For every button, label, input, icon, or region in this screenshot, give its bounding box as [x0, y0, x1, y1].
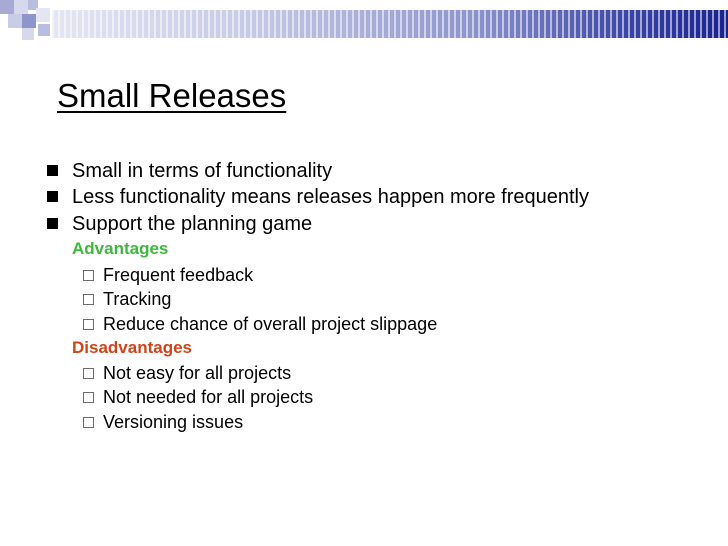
advantage-item: Tracking [0, 288, 720, 312]
bullet-text: Support the planning game [72, 213, 313, 235]
slide-title: Small Releases [57, 77, 287, 114]
header-decoration [0, 0, 728, 44]
disadvantage-item: Versioning issues [0, 411, 720, 435]
advantage-item: Frequent feedback [0, 264, 720, 288]
square-bullet-icon [47, 218, 58, 229]
bullet-text: Small in terms of functionality [72, 160, 333, 182]
disadvantage-text: Versioning issues [103, 412, 244, 432]
advantage-text: Reduce chance of overall project slippag… [103, 314, 438, 334]
decor-square [22, 28, 34, 40]
bullet-item: Support the planning game [0, 211, 720, 237]
advantage-item: Reduce chance of overall project slippag… [0, 313, 720, 337]
hollow-square-bullet-icon [83, 319, 94, 330]
hollow-square-bullet-icon [83, 270, 94, 281]
hollow-square-bullet-icon [83, 417, 94, 428]
decor-square [36, 8, 50, 22]
decor-square [14, 0, 28, 14]
disadvantage-text: Not easy for all projects [103, 363, 292, 383]
decor-square [22, 14, 36, 28]
hollow-square-bullet-icon [83, 368, 94, 379]
disadvantages-heading: Disadvantages [72, 338, 192, 357]
bullet-item: Less functionality means releases happen… [0, 184, 720, 210]
gradient-stripe-bar [52, 10, 728, 38]
advantage-text: Frequent feedback [103, 265, 254, 285]
hollow-square-bullet-icon [83, 392, 94, 403]
decor-square [8, 14, 22, 28]
disadvantage-text: Not needed for all projects [103, 387, 314, 407]
advantages-heading: Advantages [72, 239, 169, 258]
hollow-square-bullet-icon [83, 294, 94, 305]
disadvantage-item: Not needed for all projects [0, 386, 720, 410]
square-bullet-icon [47, 165, 58, 176]
bullet-text: Less functionality means releases happen… [72, 186, 589, 208]
bullet-item: Small in terms of functionality [0, 158, 720, 184]
decor-square [0, 0, 14, 14]
advantage-text: Tracking [103, 289, 172, 309]
square-bullet-icon [47, 191, 58, 202]
decor-square [38, 24, 50, 36]
disadvantage-item: Not easy for all projects [0, 362, 720, 386]
